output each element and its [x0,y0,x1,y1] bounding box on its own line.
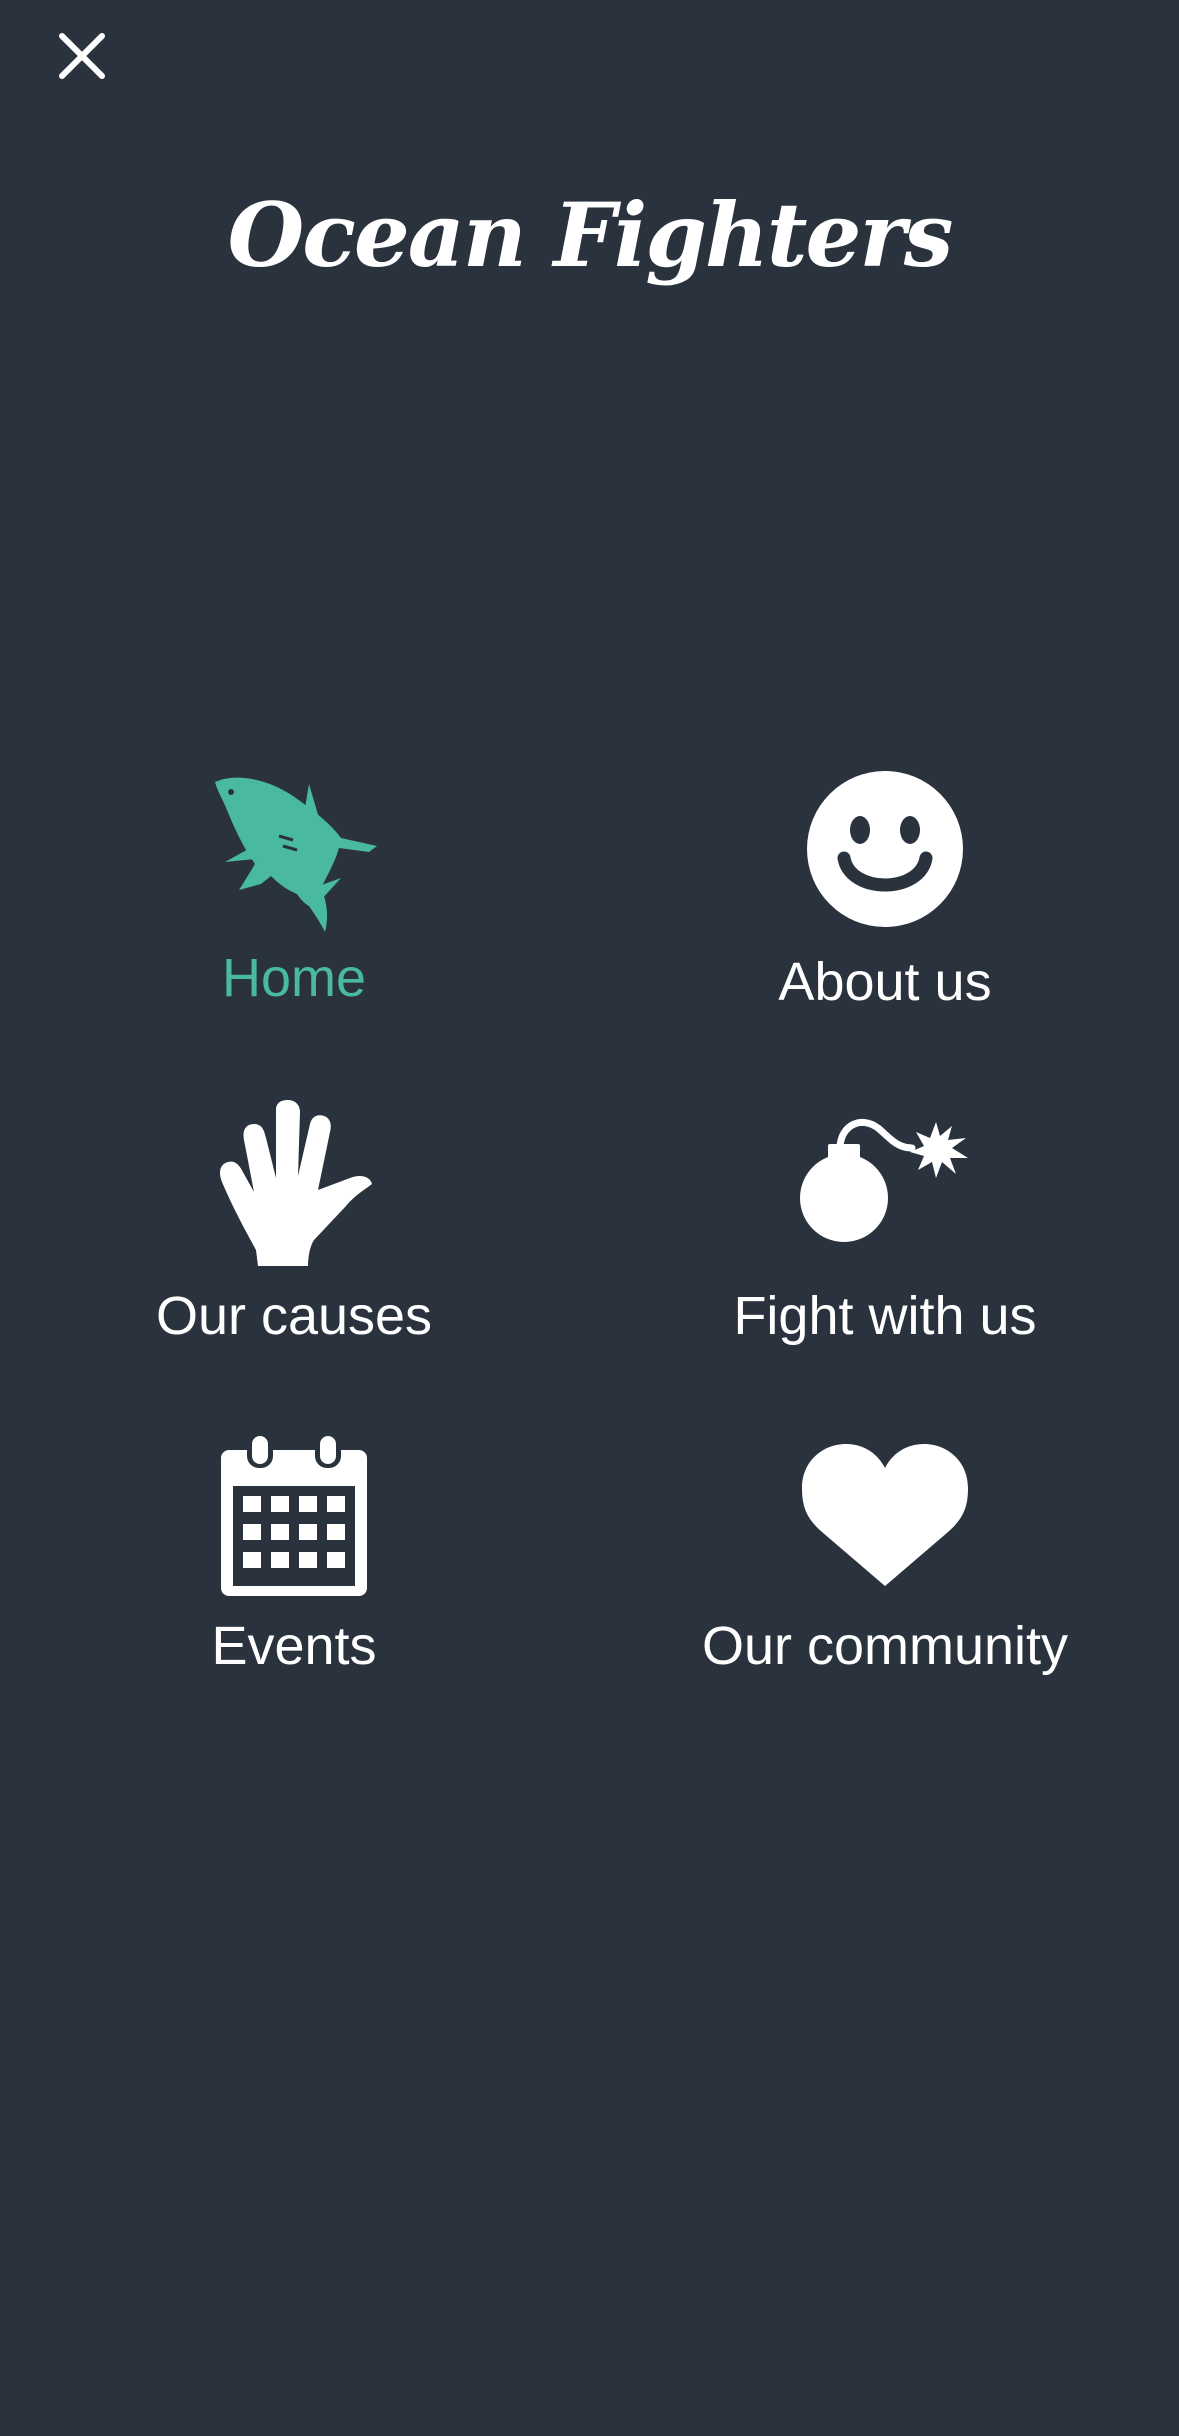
app-logo[interactable]: Ocean Fighters [0,160,1179,310]
menu-item-label: About us [778,952,992,1012]
smiley-icon [806,770,964,928]
menu-item-label: Fight with us [733,1286,1037,1346]
close-button[interactable] [44,18,120,94]
menu-item-label: Events [211,1616,377,1676]
menu-item-our-community[interactable]: Our community [625,1420,1145,1720]
menu-item-label: Our community [701,1616,1069,1676]
menu-item-label: Home [221,948,367,1008]
menu-item-fight-with-us[interactable]: Fight with us [625,1090,1145,1390]
menu-item-about-us[interactable]: About us [625,750,1145,1050]
bomb-icon [800,1118,970,1244]
close-icon [59,33,105,79]
calendar-icon [219,1432,369,1598]
menu-item-label: Our causes [155,1286,433,1346]
menu-item-our-causes[interactable]: Our causes [34,1090,554,1390]
hand-icon [214,1100,374,1266]
menu-item-home[interactable]: Home [34,750,554,1050]
menu-item-events[interactable]: Events [34,1420,554,1720]
heart-icon [802,1444,968,1586]
shark-icon [209,766,379,936]
